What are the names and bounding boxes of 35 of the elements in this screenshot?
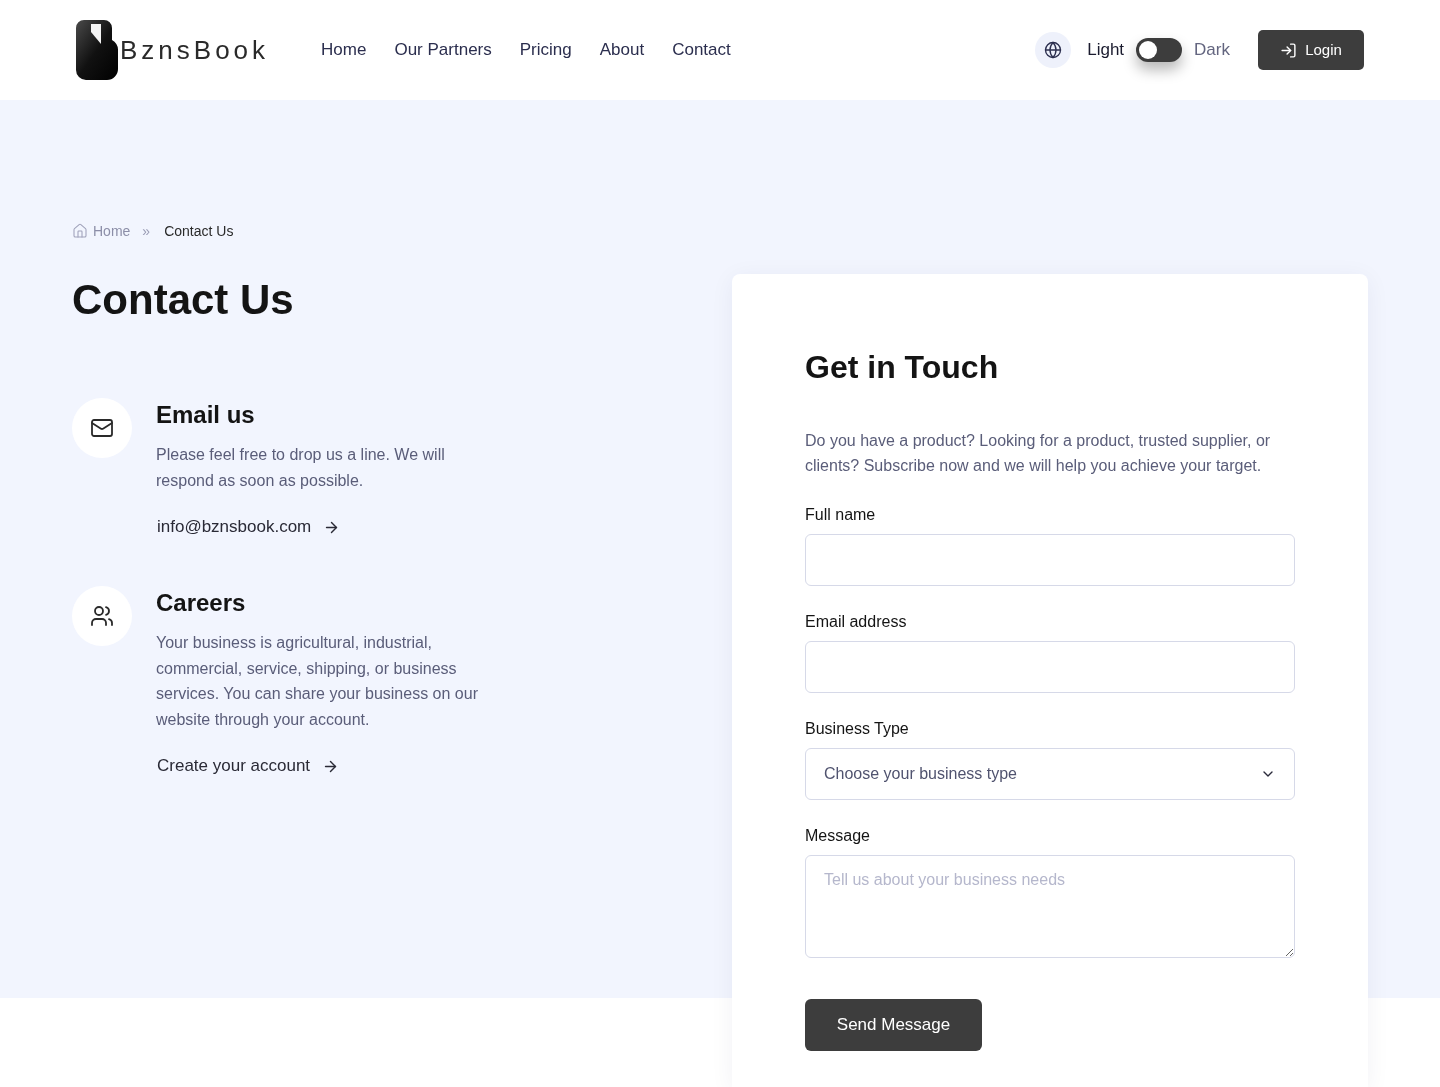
theme-toggle[interactable] [1136,38,1183,62]
field-label: Email address [805,612,908,632]
nav-link[interactable]: About [599,38,645,62]
nav-link[interactable]: Our Partners [394,38,492,62]
field-label: Business Type [805,719,910,739]
field-label: Message [805,826,871,846]
nav-link[interactable]: Home [321,38,367,62]
breadcrumb-current: Contact Us [164,222,234,241]
field-label: Full name [805,505,877,525]
contact-method-title: Careers [156,588,247,618]
form-title: Get in Touch [805,348,1000,387]
input-field[interactable] [805,534,1295,586]
textarea-field[interactable]: Tell us about your business needs [805,855,1295,958]
contact-method-description: Your business is agricultural, industrial, commercial, service, shipping, or business services. You can share your business on our website through your account. [156,633,479,730]
login-button[interactable]: Login [1258,30,1364,70]
email-link[interactable]: info@bznsbook.com [156,515,341,539]
nav-link[interactable]: Pricing [519,38,572,62]
home-icon [72,223,88,239]
login-icon [1280,41,1298,59]
language-button[interactable] [1035,32,1072,68]
send-message-button[interactable]: Send Message [805,999,982,1051]
breadcrumb-separator: » [142,222,151,241]
page-title: Contact Us [72,275,295,325]
nav-link[interactable]: Contact [672,38,731,62]
light-label: Light [1087,39,1125,61]
logo-icon [76,20,118,80]
account-link[interactable]: Create your account [156,754,340,778]
contact-method-title: Email us [156,400,256,430]
input-field[interactable] [805,641,1295,693]
logo-link[interactable]: BznsBook [76,20,270,80]
globe-icon [1044,41,1063,59]
form-description: Do you have a product? Looking for a product, trusted supplier, or clients? Subscribe now and we will help you achieve your target. [805,431,1272,476]
contact-method-description: Please feel free to drop us a line. We will respond as soon as possible. [156,445,446,491]
select-field[interactable]: Choose your business type [805,748,1295,800]
dark-label: Dark [1194,39,1230,61]
